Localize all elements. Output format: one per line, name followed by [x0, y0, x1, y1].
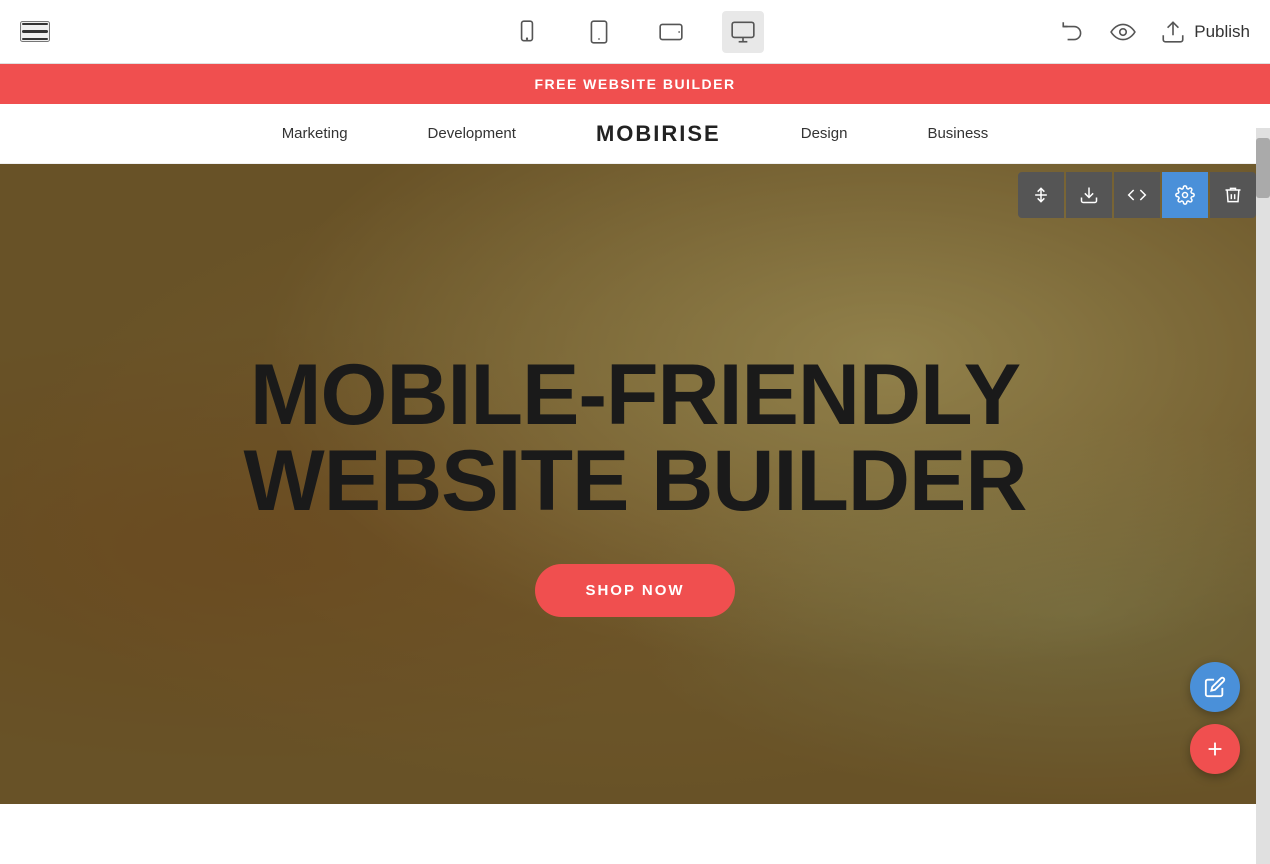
pencil-icon — [1204, 676, 1226, 698]
desktop-view-button[interactable] — [722, 11, 764, 53]
publish-upload-icon — [1160, 19, 1186, 45]
nav-link-development[interactable]: Development — [428, 125, 516, 142]
promo-text: FREE WEBSITE BUILDER — [534, 76, 735, 92]
mobile-view-button[interactable] — [506, 11, 548, 53]
block-download-button[interactable] — [1066, 172, 1112, 218]
block-move-button[interactable] — [1018, 172, 1064, 218]
nav-link-marketing[interactable]: Marketing — [282, 125, 348, 142]
hero-title-line2: WEBSITE BUILDER — [244, 433, 1027, 529]
nav-link-business[interactable]: Business — [927, 125, 988, 142]
top-toolbar: Publish — [0, 0, 1270, 64]
hero-cta-button[interactable]: SHOP NOW — [535, 564, 734, 617]
toolbar-left — [20, 21, 50, 43]
move-icon — [1031, 185, 1051, 205]
gear-icon — [1175, 185, 1195, 205]
desktop-icon — [730, 19, 756, 45]
undo-button[interactable] — [1060, 19, 1086, 45]
main-area: FREE WEBSITE BUILDER Marketing Developme… — [0, 64, 1270, 804]
trash-icon — [1223, 185, 1243, 205]
tablet-landscape-icon — [658, 19, 684, 45]
site-navigation: Marketing Development MOBIRISE Design Bu… — [0, 104, 1270, 164]
plus-icon — [1204, 738, 1226, 760]
menu-button[interactable] — [20, 21, 50, 43]
download-icon — [1079, 185, 1099, 205]
code-icon — [1127, 185, 1147, 205]
promo-banner: FREE WEBSITE BUILDER — [0, 64, 1270, 104]
preview-button[interactable] — [1110, 19, 1136, 45]
scrollbar-thumb[interactable] — [1256, 138, 1270, 198]
block-delete-button[interactable] — [1210, 172, 1256, 218]
hero-title-line1: MOBILE-FRIENDLY — [250, 347, 1020, 443]
publish-button[interactable]: Publish — [1160, 19, 1250, 45]
block-settings-button[interactable] — [1162, 172, 1208, 218]
tablet-landscape-view-button[interactable] — [650, 11, 692, 53]
hero-title: MOBILE-FRIENDLY WEBSITE BUILDER — [244, 352, 1027, 524]
eye-icon — [1110, 19, 1136, 45]
fab-edit-button[interactable] — [1190, 662, 1240, 712]
fab-container — [1190, 662, 1240, 774]
device-switcher — [506, 11, 764, 53]
undo-icon — [1060, 19, 1086, 45]
mobile-icon — [514, 19, 540, 45]
site-logo: MOBIRISE — [596, 121, 721, 147]
scrollbar[interactable] — [1256, 128, 1270, 864]
toolbar-right: Publish — [1060, 19, 1250, 45]
publish-label: Publish — [1194, 22, 1250, 42]
tablet-icon — [586, 19, 612, 45]
hero-content: MOBILE-FRIENDLY WEBSITE BUILDER SHOP NOW — [244, 352, 1027, 617]
fab-add-button[interactable] — [1190, 724, 1240, 774]
nav-link-design[interactable]: Design — [801, 125, 848, 142]
hero-section: MOBILE-FRIENDLY WEBSITE BUILDER SHOP NOW — [0, 164, 1270, 804]
block-controls — [1018, 172, 1256, 218]
tablet-view-button[interactable] — [578, 11, 620, 53]
block-code-button[interactable] — [1114, 172, 1160, 218]
